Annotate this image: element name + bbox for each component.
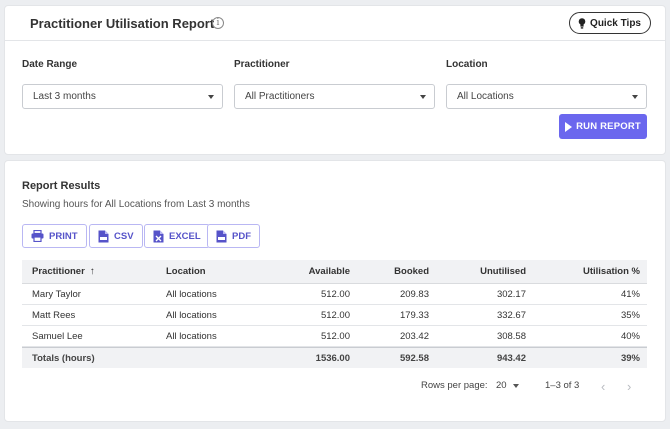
table-row: Samuel Lee All locations 512.00 203.42 3… [22, 326, 647, 347]
run-report-label: RUN REPORT [576, 121, 641, 132]
rows-per-page-label: Rows per page: [421, 380, 488, 391]
column-header-label: Practitioner [32, 266, 85, 277]
totals-label: Totals (hours) [32, 353, 95, 364]
table-header-row: Practitioner ↑ Location Available Booked … [22, 260, 647, 284]
chevron-down-icon [512, 383, 519, 388]
date-range-label: Date Range [22, 59, 78, 70]
column-header-available[interactable]: Available [309, 260, 350, 284]
page-title: Practitioner Utilisation Report [30, 16, 215, 31]
chevron-left-icon[interactable]: ‹ [601, 379, 605, 394]
excel-button[interactable]: EXCEL [144, 224, 210, 248]
totals-booked: 592.58 [399, 353, 429, 364]
quick-tips-label: Quick Tips [590, 17, 641, 29]
table-row: Mary Taylor All locations 512.00 209.83 … [22, 284, 647, 305]
report-header: Practitioner Utilisation Report i Quick … [5, 6, 665, 41]
cell-booked: 179.33 [399, 310, 429, 321]
pagination-range: 1–3 of 3 [545, 380, 580, 391]
totals-row: Totals (hours) 1536.00 592.58 943.42 39% [22, 347, 647, 368]
results-table: Practitioner ↑ Location Available Booked … [22, 260, 647, 368]
date-range-value: Last 3 months [33, 91, 96, 102]
info-icon[interactable]: i [212, 17, 224, 29]
cell-practitioner: Matt Rees [32, 310, 76, 321]
pdf-button[interactable]: PDF [207, 224, 260, 248]
totals-available: 1536.00 [315, 353, 350, 364]
column-header-utilisation[interactable]: Utilisation % [583, 260, 640, 284]
location-label: Location [446, 59, 488, 70]
cell-utilisation: 41% [620, 289, 640, 300]
cell-location: All locations [166, 289, 217, 300]
cell-utilisation: 40% [620, 331, 640, 342]
sort-ascending-icon: ↑ [89, 266, 95, 277]
print-label: PRINT [49, 230, 78, 242]
cell-booked: 203.42 [399, 331, 429, 342]
column-header-booked[interactable]: Booked [394, 260, 429, 284]
cell-location: All locations [166, 331, 217, 342]
totals-utilisation: 39% [620, 353, 640, 364]
location-select[interactable]: All Locations [446, 84, 647, 109]
pdf-file-icon [216, 230, 227, 242]
cell-unutilised: 332.67 [496, 310, 526, 321]
cell-practitioner: Samuel Lee [32, 331, 83, 342]
filters-card: Practitioner Utilisation Report i Quick … [4, 5, 666, 155]
printer-icon [31, 230, 44, 242]
csv-file-icon [98, 230, 109, 242]
cell-available: 512.00 [320, 310, 350, 321]
column-header-practitioner[interactable]: Practitioner ↑ [32, 260, 95, 284]
chevron-down-icon [208, 95, 214, 99]
excel-file-icon [153, 230, 164, 242]
pdf-label: PDF [232, 230, 251, 242]
chevron-down-icon [632, 95, 638, 99]
results-card: Report Results Showing hours for All Loc… [4, 160, 666, 422]
date-range-select[interactable]: Last 3 months [22, 84, 223, 109]
cell-unutilised: 308.58 [496, 331, 526, 342]
practitioner-value: All Practitioners [245, 91, 315, 102]
run-report-button[interactable]: RUN REPORT [559, 114, 647, 139]
cell-unutilised: 302.17 [496, 289, 526, 300]
cell-available: 512.00 [320, 331, 350, 342]
practitioner-select[interactable]: All Practitioners [234, 84, 435, 109]
chevron-right-icon[interactable]: › [627, 379, 631, 394]
print-button[interactable]: PRINT [22, 224, 87, 248]
cell-utilisation: 35% [620, 310, 640, 321]
location-value: All Locations [457, 91, 514, 102]
play-icon [565, 121, 573, 132]
results-subtitle: Showing hours for All Locations from Las… [22, 199, 250, 210]
cell-location: All locations [166, 310, 217, 321]
column-header-unutilised[interactable]: Unutilised [480, 260, 526, 284]
results-title: Report Results [22, 180, 101, 192]
practitioner-label: Practitioner [234, 59, 290, 70]
cell-available: 512.00 [320, 289, 350, 300]
rows-per-page-value: 20 [496, 380, 507, 391]
csv-label: CSV [114, 230, 134, 242]
cell-practitioner: Mary Taylor [32, 289, 81, 300]
cell-booked: 209.83 [399, 289, 429, 300]
column-header-location[interactable]: Location [166, 260, 206, 284]
csv-button[interactable]: CSV [89, 224, 143, 248]
chevron-down-icon [420, 95, 426, 99]
quick-tips-button[interactable]: Quick Tips [569, 12, 651, 34]
excel-label: EXCEL [169, 230, 201, 242]
totals-unutilised: 943.42 [496, 353, 526, 364]
rows-per-page-select[interactable]: 20 [496, 380, 519, 391]
lightbulb-icon [578, 17, 586, 29]
table-row: Matt Rees All locations 512.00 179.33 33… [22, 305, 647, 326]
